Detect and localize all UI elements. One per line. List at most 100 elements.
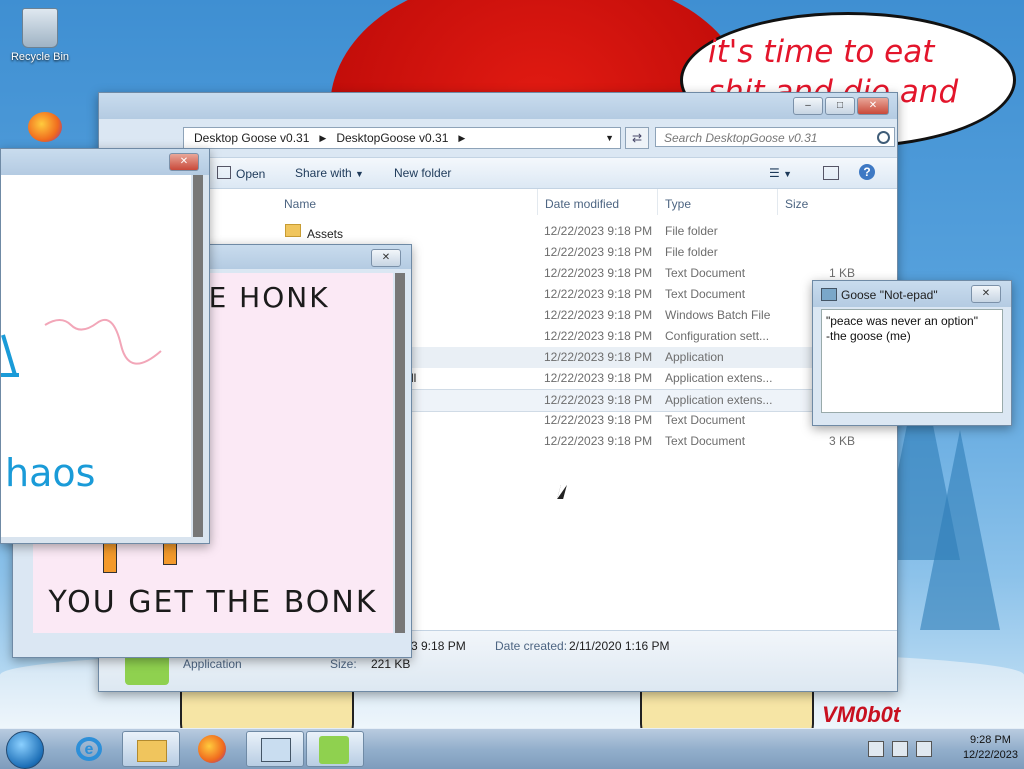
file-type: Application bbox=[665, 350, 724, 364]
search-placeholder: Search DesktopGoose v0.31 bbox=[664, 131, 818, 145]
chevron-right-icon[interactable]: ▶ bbox=[458, 133, 465, 144]
taskbar-windows-explorer[interactable] bbox=[122, 731, 180, 767]
wallpaper-signature: VM0b0t bbox=[822, 702, 901, 727]
recycle-bin-label: Recycle Bin bbox=[10, 51, 70, 63]
close-button[interactable]: ✕ bbox=[857, 97, 889, 115]
network-icon[interactable] bbox=[892, 741, 908, 757]
recycle-bin-desktop-icon[interactable]: Recycle Bin bbox=[4, 8, 76, 63]
column-size[interactable]: Size bbox=[785, 197, 808, 211]
column-divider[interactable] bbox=[657, 189, 658, 215]
column-divider[interactable] bbox=[537, 189, 538, 215]
recycle-bin-icon bbox=[22, 8, 58, 48]
mouse-cursor-icon bbox=[557, 485, 567, 499]
drawing-titlebar[interactable]: ✕ bbox=[1, 149, 209, 175]
wallpaper-tree bbox=[920, 430, 1000, 630]
clock-date: 12/22/2023 bbox=[962, 749, 1018, 761]
clock[interactable]: 9:28 PM 12/22/2023 bbox=[963, 733, 1018, 763]
address-row: Desktop Goose v0.31 ▶ DesktopGoose v0.31… bbox=[107, 125, 895, 149]
start-button[interactable] bbox=[6, 731, 44, 769]
open-button[interactable]: Open bbox=[217, 166, 265, 181]
file-type: Text Document bbox=[665, 266, 746, 280]
search-icon[interactable] bbox=[877, 131, 890, 144]
taskbar: e 9:28 PM 12/22/2023 bbox=[0, 728, 1024, 769]
close-button[interactable]: ✕ bbox=[169, 153, 199, 171]
file-date: 12/22/2023 9:18 PM bbox=[544, 393, 653, 407]
file-date: 12/22/2023 9:18 PM bbox=[544, 371, 653, 385]
firefox-desktop-icon[interactable] bbox=[28, 112, 62, 142]
drawing-canvas[interactable]: haos bbox=[1, 175, 191, 537]
notepad-icon bbox=[261, 738, 291, 762]
file-date: 12/22/2023 9:18 PM bbox=[544, 266, 653, 280]
share-with-button[interactable]: Share with ▼ bbox=[295, 166, 364, 180]
file-type: Text Document bbox=[665, 287, 746, 301]
file-row[interactable]: Assets 12/22/2023 9:18 PM File folder bbox=[199, 221, 877, 242]
taskbar-internet-explorer[interactable]: e bbox=[62, 731, 118, 765]
details-view-icon: ☰ bbox=[769, 166, 780, 180]
address-bar[interactable]: Desktop Goose v0.31 ▶ DesktopGoose v0.31… bbox=[183, 127, 621, 149]
vertical-scrollbar[interactable] bbox=[395, 273, 405, 633]
refresh-button[interactable]: ⇄ bbox=[625, 127, 649, 149]
chevron-down-icon: ▼ bbox=[783, 169, 793, 179]
volume-muted-icon[interactable] bbox=[916, 741, 932, 757]
file-type: File folder bbox=[665, 224, 718, 238]
file-name: Assets bbox=[285, 224, 343, 241]
goose-app-icon bbox=[319, 736, 349, 764]
details-size-label: Size: bbox=[330, 657, 357, 671]
column-divider[interactable] bbox=[777, 189, 778, 215]
chevron-right-icon[interactable]: ▶ bbox=[319, 133, 326, 144]
details-modified: 3 9:18 PM bbox=[411, 639, 466, 653]
goose-notepad-window: Goose "Not-epad" ✕ "peace was never an o… bbox=[812, 280, 1012, 426]
column-type[interactable]: Type bbox=[665, 197, 691, 211]
column-date-modified[interactable]: Date modified bbox=[545, 197, 619, 211]
preview-pane-icon[interactable] bbox=[823, 166, 839, 180]
scribble-text: haos bbox=[5, 451, 96, 495]
folder-icon bbox=[137, 740, 167, 762]
file-type: File folder bbox=[665, 245, 718, 259]
file-date: 12/22/2023 9:18 PM bbox=[544, 434, 653, 448]
maximize-button[interactable]: □ bbox=[825, 97, 855, 115]
taskbar-notepad[interactable] bbox=[246, 731, 304, 767]
close-button[interactable]: ✕ bbox=[371, 249, 401, 267]
meme-bottom-text: YOU GET THE BONK bbox=[48, 585, 378, 620]
notepad-title: Goose "Not-epad" bbox=[841, 288, 938, 302]
column-name[interactable]: Name bbox=[284, 197, 316, 211]
taskbar-firefox[interactable] bbox=[184, 731, 240, 765]
internet-explorer-icon: e bbox=[76, 737, 102, 761]
drawing-window: ✕ haos bbox=[0, 148, 210, 544]
taskbar-desktop-goose[interactable] bbox=[306, 731, 364, 767]
file-type: Configuration sett... bbox=[665, 329, 770, 343]
chevron-down-icon: ▼ bbox=[355, 169, 364, 179]
close-button[interactable]: ✕ bbox=[971, 285, 1001, 303]
details-size: 221 KB bbox=[371, 657, 411, 671]
vertical-scrollbar[interactable] bbox=[193, 175, 203, 537]
file-date: 12/22/2023 9:18 PM bbox=[544, 413, 653, 427]
file-date: 12/22/2023 9:18 PM bbox=[544, 350, 653, 364]
file-date: 12/22/2023 9:18 PM bbox=[544, 308, 653, 322]
file-date: 12/22/2023 9:18 PM bbox=[544, 287, 653, 301]
open-label: Open bbox=[236, 167, 266, 181]
file-date: 12/22/2023 9:18 PM bbox=[544, 329, 653, 343]
chevron-down-icon[interactable]: ▼ bbox=[605, 133, 614, 143]
notepad-text[interactable]: "peace was never an option" -the goose (… bbox=[821, 309, 1003, 413]
minimize-button[interactable]: – bbox=[793, 97, 823, 115]
file-type: Windows Batch File bbox=[665, 308, 771, 322]
firefox-icon bbox=[198, 735, 226, 763]
action-center-icon[interactable] bbox=[868, 741, 884, 757]
new-folder-button[interactable]: New folder bbox=[394, 166, 451, 180]
file-date: 12/22/2023 9:18 PM bbox=[544, 245, 653, 259]
file-type: Application extens... bbox=[665, 393, 773, 407]
help-icon[interactable]: ? bbox=[859, 164, 875, 180]
file-type: Application extens... bbox=[665, 371, 773, 385]
breadcrumb-current[interactable]: DesktopGoose v0.31 bbox=[336, 131, 448, 145]
breadcrumb-root[interactable]: Desktop Goose v0.31 bbox=[194, 131, 309, 145]
command-bar: Open Share with ▼ New folder ☰ ▼ ? bbox=[99, 157, 897, 189]
notepad-app-icon bbox=[821, 288, 837, 301]
file-size: 3 KB bbox=[829, 434, 856, 448]
details-date-created-label: Date created: bbox=[495, 639, 568, 653]
search-input[interactable]: Search DesktopGoose v0.31 bbox=[655, 127, 895, 147]
file-name-text: Assets bbox=[307, 227, 344, 241]
view-options-button[interactable]: ☰ ▼ bbox=[769, 166, 792, 180]
file-date: 12/22/2023 9:18 PM bbox=[544, 224, 653, 238]
notepad-titlebar[interactable]: Goose "Not-epad" ✕ bbox=[813, 281, 1011, 307]
explorer-titlebar[interactable]: – □ ✕ bbox=[99, 93, 897, 119]
